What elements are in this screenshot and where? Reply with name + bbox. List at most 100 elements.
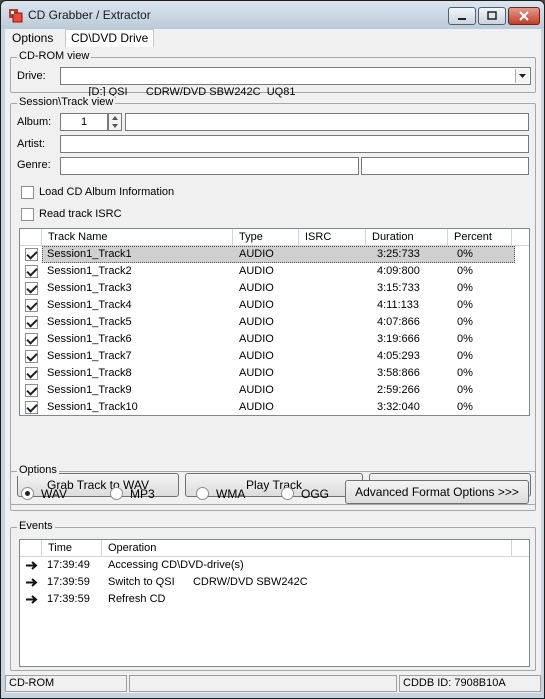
maximize-button[interactable] bbox=[478, 7, 506, 25]
cdrom-group-title: CD-ROM view bbox=[17, 50, 92, 62]
drive-select[interactable]: [D:] QSI CDRW/DVD SBW242C UQ81 bbox=[60, 67, 531, 98]
events-list-header: Time Operation bbox=[20, 540, 529, 557]
track-checkbox[interactable] bbox=[25, 265, 38, 278]
table-row[interactable]: Session1_Track5 AUDIO 4:07:866 0% bbox=[20, 314, 529, 331]
genre-extra-input[interactable] bbox=[361, 157, 529, 175]
track-name-cell: Session1_Track2 bbox=[47, 265, 132, 277]
track-checkbox[interactable] bbox=[25, 248, 38, 261]
track-percent-cell: 0% bbox=[457, 248, 473, 260]
genre-input[interactable] bbox=[60, 157, 359, 175]
radio-wma[interactable] bbox=[196, 487, 209, 500]
track-duration-cell: 4:11:133 bbox=[377, 299, 420, 311]
arrow-right-icon bbox=[26, 595, 38, 604]
track-list[interactable]: Track Name Type ISRC Duration Percent Se… bbox=[19, 228, 530, 416]
track-type-cell: AUDIO bbox=[239, 401, 274, 413]
list-item[interactable]: 17:39:49 Accessing CD\DVD-drive(s) bbox=[20, 557, 529, 574]
table-row[interactable]: Session1_Track3 AUDIO 3:15:733 0% bbox=[20, 280, 529, 297]
track-name-cell: Session1_Track10 bbox=[47, 401, 138, 413]
column-header-duration[interactable]: Duration bbox=[366, 229, 448, 246]
load-album-label[interactable]: Load CD Album Information bbox=[39, 186, 174, 198]
track-checkbox[interactable] bbox=[25, 384, 38, 397]
track-name-cell: Session1_Track9 bbox=[47, 384, 132, 396]
album-title-input[interactable] bbox=[125, 113, 529, 131]
column-header-type[interactable]: Type bbox=[233, 229, 299, 246]
table-row[interactable]: Session1_Track9 AUDIO 2:59:266 0% bbox=[20, 382, 529, 399]
track-type-cell: AUDIO bbox=[239, 350, 274, 362]
list-item[interactable]: 17:39:59 Refresh CD bbox=[20, 591, 529, 608]
drive-label: Drive: bbox=[17, 70, 46, 82]
status-bar: CD-ROM CDDB ID: 7908B10A bbox=[5, 673, 541, 693]
table-row[interactable]: Session1_Track6 AUDIO 3:19:666 0% bbox=[20, 331, 529, 348]
track-name-cell: Session1_Track7 bbox=[47, 350, 132, 362]
read-isrc-label[interactable]: Read track ISRC bbox=[39, 208, 122, 220]
event-operation-cell: Accessing CD\DVD-drive(s) bbox=[108, 559, 244, 571]
client-area: CD-ROM view Drive: [D:] QSI CDRW/DVD SBW… bbox=[5, 47, 541, 693]
spin-down-icon[interactable] bbox=[109, 122, 121, 130]
events-column-operation[interactable]: Operation bbox=[102, 540, 512, 557]
events-column-time[interactable]: Time bbox=[42, 540, 102, 557]
track-type-cell: AUDIO bbox=[239, 384, 274, 396]
album-number-input[interactable]: 1 bbox=[60, 113, 108, 131]
events-list[interactable]: Time Operation 17:39:49 Accessing CD\DVD-… bbox=[19, 539, 530, 667]
album-label: Album: bbox=[17, 116, 52, 128]
spin-up-icon[interactable] bbox=[109, 114, 121, 122]
track-duration-cell: 2:59:266 bbox=[377, 384, 420, 396]
column-header-check[interactable] bbox=[20, 229, 42, 246]
track-duration-cell: 4:05:293 bbox=[377, 350, 420, 362]
read-isrc-checkbox[interactable] bbox=[21, 208, 34, 221]
chevron-down-icon[interactable] bbox=[515, 69, 529, 83]
track-checkbox[interactable] bbox=[25, 282, 38, 295]
close-button[interactable] bbox=[508, 7, 540, 25]
genre-label: Genre: bbox=[17, 159, 51, 171]
track-checkbox[interactable] bbox=[25, 367, 38, 380]
session-track-group: Session\Track view Album: 1 Artist: Genr… bbox=[10, 96, 536, 505]
menu-options[interactable]: Options bbox=[7, 29, 58, 47]
artist-input[interactable] bbox=[60, 135, 529, 153]
list-item[interactable]: 17:39:59 Switch to QSI CDRW/DVD SBW242C bbox=[20, 574, 529, 591]
track-type-cell: AUDIO bbox=[239, 248, 274, 260]
track-checkbox[interactable] bbox=[25, 316, 38, 329]
events-column-icon[interactable] bbox=[20, 540, 42, 557]
track-type-cell: AUDIO bbox=[239, 282, 274, 294]
track-checkbox[interactable] bbox=[25, 333, 38, 346]
table-row[interactable]: Session1_Track2 AUDIO 4:09:800 0% bbox=[20, 263, 529, 280]
advanced-format-options-button[interactable]: Advanced Format Options >>> bbox=[345, 480, 529, 504]
track-duration-cell: 4:07:866 bbox=[377, 316, 420, 328]
drive-select-value: [D:] QSI CDRW/DVD SBW242C UQ81 bbox=[88, 86, 296, 98]
event-time-cell: 17:39:59 bbox=[47, 576, 90, 588]
track-name-cell: Session1_Track8 bbox=[47, 367, 132, 379]
table-row[interactable]: Session1_Track8 AUDIO 3:58:866 0% bbox=[20, 365, 529, 382]
radio-ogg[interactable] bbox=[281, 487, 294, 500]
radio-ogg-label[interactable]: OGG bbox=[301, 487, 329, 501]
column-header-percent[interactable]: Percent bbox=[448, 229, 512, 246]
album-spinner[interactable] bbox=[108, 113, 122, 131]
load-album-checkbox[interactable] bbox=[21, 186, 34, 199]
arrow-right-icon bbox=[26, 561, 38, 570]
table-row[interactable]: Session1_Track7 AUDIO 4:05:293 0% bbox=[20, 348, 529, 365]
radio-mp3[interactable] bbox=[110, 487, 123, 500]
main-window: CD Grabber / Extractor Options CD\DVD Dr… bbox=[0, 0, 545, 699]
track-checkbox[interactable] bbox=[25, 299, 38, 312]
column-header-isrc[interactable]: ISRC bbox=[299, 229, 366, 246]
app-icon bbox=[9, 9, 23, 23]
column-header-track-name[interactable]: Track Name bbox=[42, 229, 233, 246]
track-duration-cell: 3:25:733 bbox=[377, 248, 420, 260]
track-percent-cell: 0% bbox=[457, 350, 473, 362]
track-checkbox[interactable] bbox=[25, 401, 38, 414]
options-group: Options WAV MP3 WMA OGG Advanced Format … bbox=[10, 464, 536, 511]
table-row[interactable]: Session1_Track1 AUDIO 3:25:733 0% bbox=[20, 246, 529, 263]
radio-wma-label[interactable]: WMA bbox=[216, 487, 245, 501]
menu-cd-dvd-drive[interactable]: CD\DVD Drive bbox=[65, 29, 155, 47]
table-row[interactable]: Session1_Track10 AUDIO 3:32:040 0% bbox=[20, 399, 529, 415]
title-bar[interactable]: CD Grabber / Extractor bbox=[1, 1, 544, 29]
radio-wav-label[interactable]: WAV bbox=[41, 487, 67, 501]
minimize-button[interactable] bbox=[448, 7, 476, 25]
track-checkbox[interactable] bbox=[25, 350, 38, 363]
radio-mp3-label[interactable]: MP3 bbox=[130, 487, 155, 501]
track-name-cell: Session1_Track3 bbox=[47, 282, 132, 294]
status-cddb-id: CDDB ID: 7908B10A bbox=[399, 675, 541, 692]
status-middle bbox=[129, 675, 397, 692]
radio-wav[interactable] bbox=[21, 487, 34, 500]
event-time-cell: 17:39:59 bbox=[47, 593, 90, 605]
table-row[interactable]: Session1_Track4 AUDIO 4:11:133 0% bbox=[20, 297, 529, 314]
